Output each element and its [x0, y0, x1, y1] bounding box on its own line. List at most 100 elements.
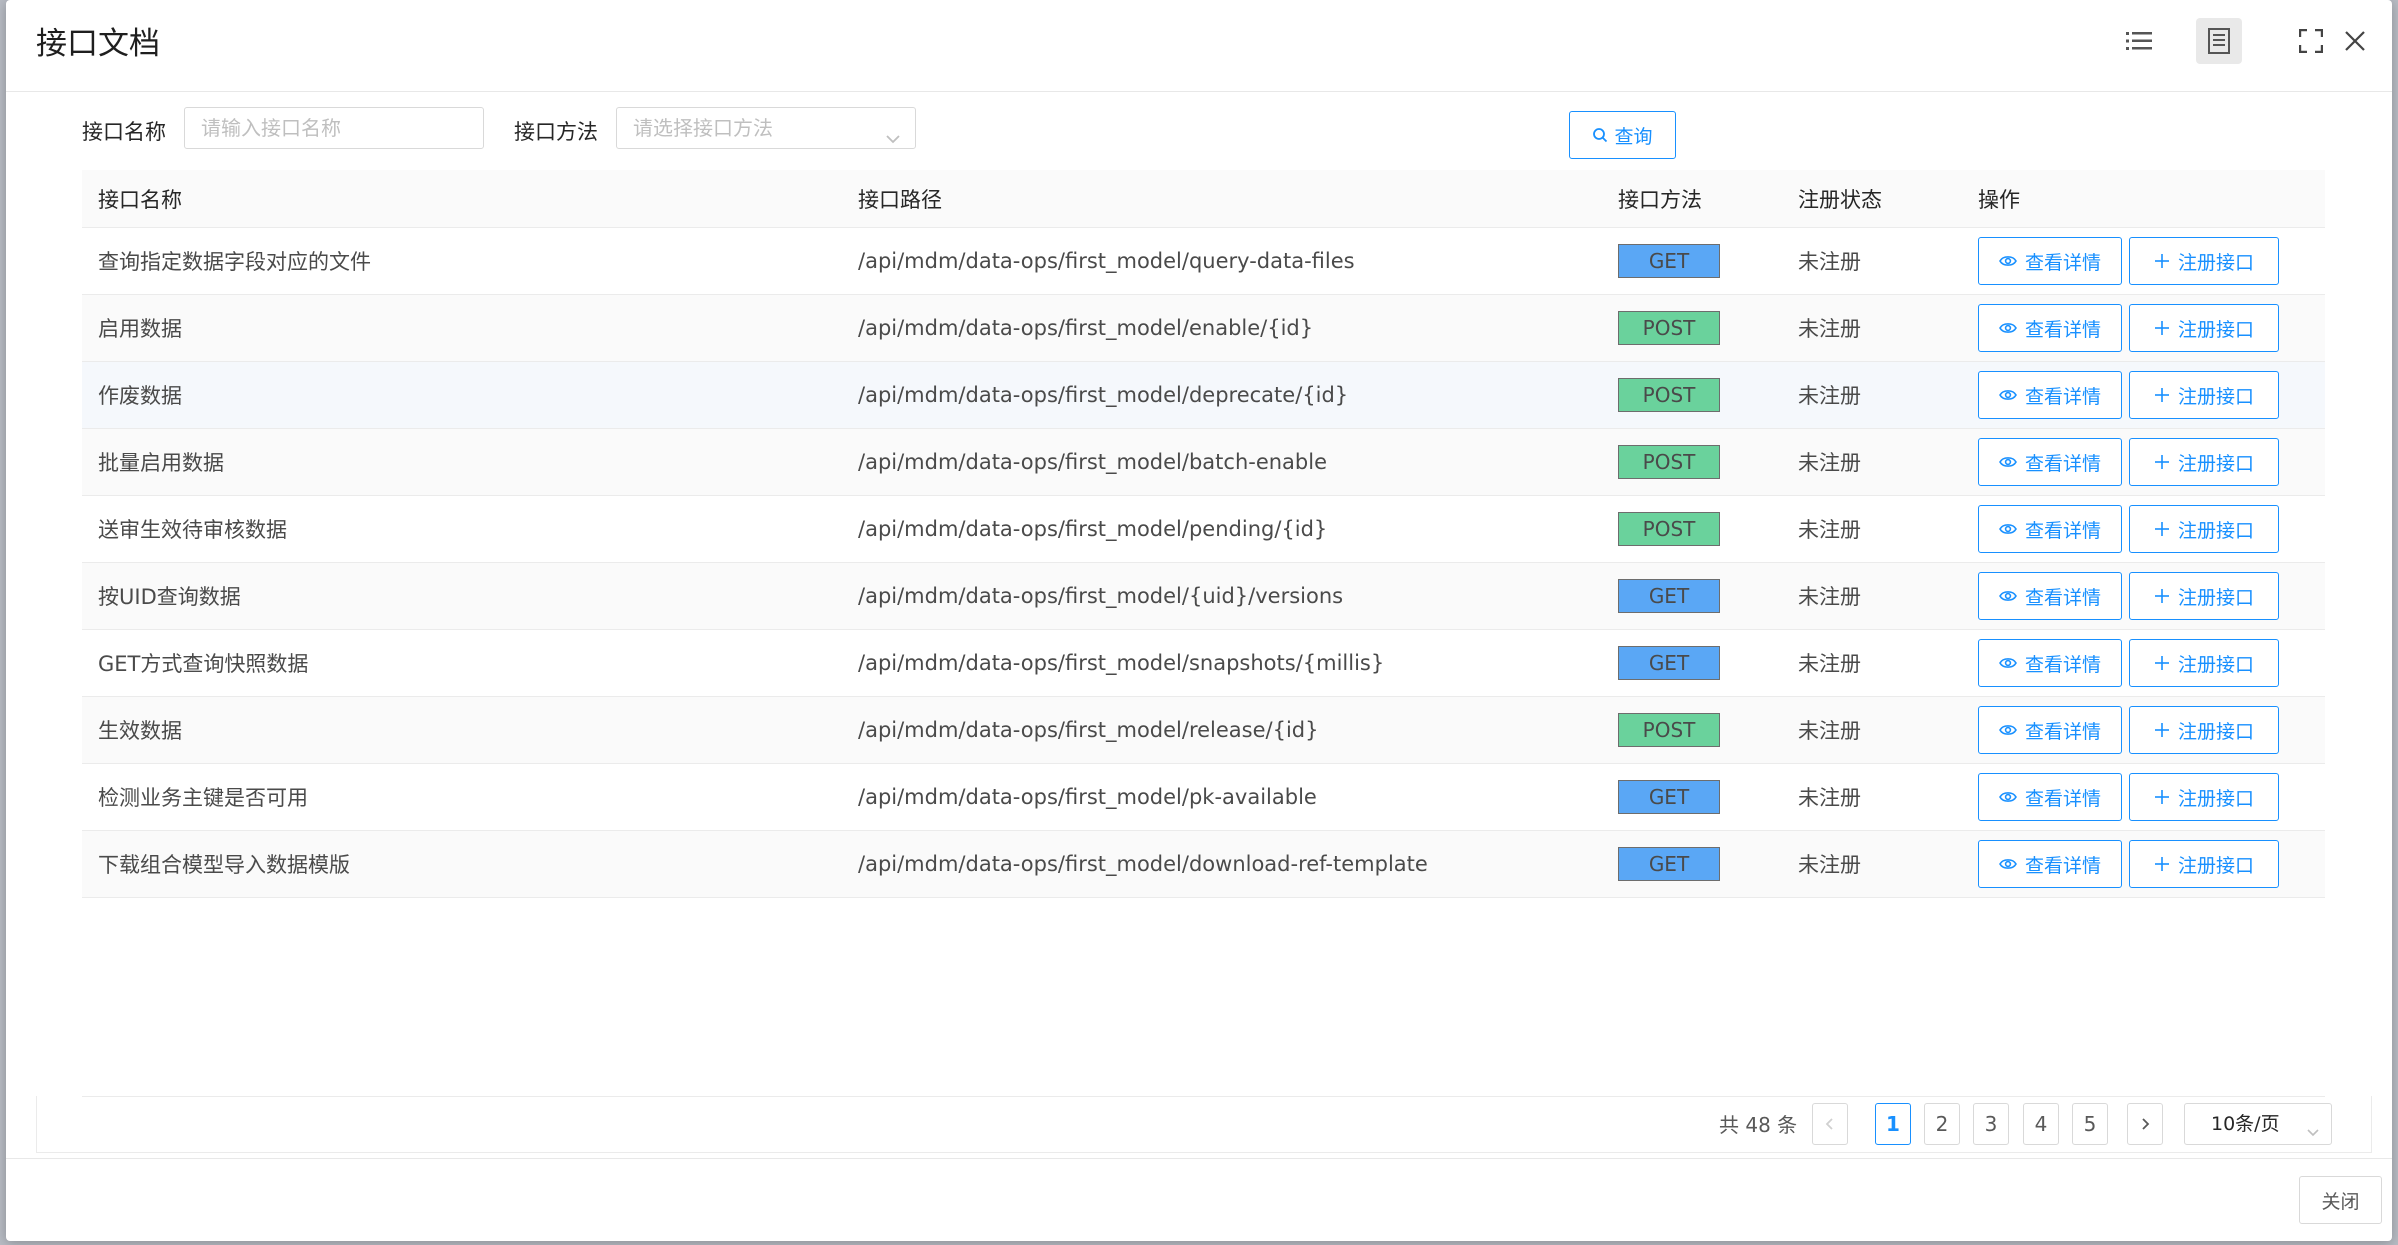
method-filter-select[interactable]: 请选择接口方法 [616, 107, 916, 149]
method-badge: POST [1618, 713, 1720, 747]
api-path-cell: /api/mdm/data-ops/first_model/batch-enab… [858, 450, 1328, 474]
page-2-button[interactable]: 2 [1924, 1103, 1960, 1145]
register-status-cell: 未注册 [1798, 786, 1861, 810]
register-status-cell: 未注册 [1798, 585, 1861, 609]
col-header-status: 注册状态 [1798, 187, 1882, 212]
view-detail-button[interactable]: 查看详情 [1978, 572, 2122, 620]
actions-cell: 查看详情 注册接口 [1962, 840, 2325, 888]
close-button[interactable]: 关闭 [2299, 1176, 2382, 1224]
api-method-cell: POST [1602, 713, 1782, 747]
eye-icon [1999, 254, 2017, 268]
view-detail-label: 查看详情 [2024, 653, 2101, 676]
register-api-label: 注册接口 [2177, 586, 2254, 609]
name-filter-label: 接口名称 [82, 120, 166, 144]
search-icon [1593, 128, 1608, 143]
view-detail-button[interactable]: 查看详情 [1978, 371, 2122, 419]
page-1-button[interactable]: 1 [1875, 1103, 1911, 1145]
modal-header: 接口文档 [6, 0, 2392, 92]
register-api-label: 注册接口 [2177, 787, 2254, 810]
name-filter-input[interactable] [201, 109, 467, 147]
document-view-icon[interactable] [2196, 18, 2242, 64]
col-header-name: 接口名称 [98, 187, 182, 212]
fullscreen-icon[interactable] [2288, 18, 2334, 64]
api-name-cell: 作废数据 [98, 384, 182, 408]
view-detail-button[interactable]: 查看详情 [1978, 438, 2122, 486]
actions-cell: 查看详情 注册接口 [1962, 706, 2325, 754]
register-api-button[interactable]: 注册接口 [2129, 304, 2279, 352]
view-detail-button[interactable]: 查看详情 [1978, 505, 2122, 553]
col-header-path: 接口路径 [858, 187, 942, 212]
eye-icon [1999, 656, 2017, 670]
plus-icon [2154, 789, 2170, 805]
api-method-cell: POST [1602, 512, 1782, 546]
view-detail-label: 查看详情 [2024, 586, 2101, 609]
name-filter-field[interactable] [184, 107, 484, 149]
register-api-label: 注册接口 [2177, 318, 2254, 341]
page-3-button[interactable]: 3 [1973, 1103, 2009, 1145]
register-api-button[interactable]: 注册接口 [2129, 371, 2279, 419]
api-name-cell: 按UID查询数据 [98, 585, 241, 609]
table-row: 送审生效待审核数据/api/mdm/data-ops/first_model/p… [82, 496, 2325, 563]
view-detail-label: 查看详情 [2024, 854, 2101, 877]
view-detail-button[interactable]: 查看详情 [1978, 304, 2122, 352]
register-api-button[interactable]: 注册接口 [2129, 237, 2279, 285]
col-header-actions: 操作 [1978, 187, 2020, 212]
close-icon[interactable] [2332, 18, 2378, 64]
view-detail-button[interactable]: 查看详情 [1978, 840, 2122, 888]
register-status-cell: 未注册 [1798, 518, 1861, 542]
register-api-button[interactable]: 注册接口 [2129, 505, 2279, 553]
api-name-cell: 查询指定数据字段对应的文件 [98, 250, 371, 274]
eye-icon [1999, 522, 2017, 536]
col-header-method: 接口方法 [1618, 187, 1702, 212]
view-detail-label: 查看详情 [2024, 385, 2101, 408]
page-size-select[interactable]: 10条/页 [2184, 1103, 2332, 1145]
page-5-button[interactable]: 5 [2072, 1103, 2108, 1145]
register-api-button[interactable]: 注册接口 [2129, 572, 2279, 620]
modal-footer [6, 1158, 2392, 1241]
page-4-button[interactable]: 4 [2023, 1103, 2059, 1145]
api-path-cell: /api/mdm/data-ops/first_model/{uid}/vers… [858, 584, 1344, 608]
list-view-icon[interactable] [2116, 18, 2162, 64]
api-path-cell: /api/mdm/data-ops/first_model/snapshots/… [858, 651, 1385, 675]
table-row: 检测业务主键是否可用/api/mdm/data-ops/first_model/… [82, 764, 2325, 831]
register-api-button[interactable]: 注册接口 [2129, 773, 2279, 821]
table-row: 启用数据/api/mdm/data-ops/first_model/enable… [82, 295, 2325, 362]
register-api-label: 注册接口 [2177, 251, 2254, 274]
eye-icon [1999, 388, 2017, 402]
plus-icon [2154, 387, 2170, 403]
register-status-cell: 未注册 [1798, 384, 1861, 408]
api-path-cell: /api/mdm/data-ops/first_model/query-data… [858, 249, 1355, 273]
register-api-button[interactable]: 注册接口 [2129, 840, 2279, 888]
register-status-cell: 未注册 [1798, 652, 1861, 676]
view-detail-button[interactable]: 查看详情 [1978, 639, 2122, 687]
register-api-button[interactable]: 注册接口 [2129, 639, 2279, 687]
method-badge: GET [1618, 244, 1720, 278]
view-detail-button[interactable]: 查看详情 [1978, 706, 2122, 754]
api-path-cell: /api/mdm/data-ops/first_model/enable/{id… [858, 316, 1314, 340]
api-table: 接口名称 接口路径 接口方法 注册状态 操作 查询指定数据字段对应的文件/api… [82, 170, 2325, 898]
view-detail-label: 查看详情 [2024, 318, 2101, 341]
prev-page-button[interactable] [1812, 1103, 1848, 1145]
api-method-cell: POST [1602, 311, 1782, 345]
eye-icon [1999, 723, 2017, 737]
api-name-cell: GET方式查询快照数据 [98, 652, 309, 676]
method-badge: GET [1618, 780, 1720, 814]
method-badge: POST [1618, 311, 1720, 345]
api-path-cell: /api/mdm/data-ops/first_model/release/{i… [858, 718, 1319, 742]
chevron-down-icon [2305, 1114, 2321, 1154]
view-detail-button[interactable]: 查看详情 [1978, 237, 2122, 285]
register-api-button[interactable]: 注册接口 [2129, 706, 2279, 754]
api-name-cell: 检测业务主键是否可用 [98, 786, 308, 810]
view-detail-label: 查看详情 [2024, 787, 2101, 810]
actions-cell: 查看详情 注册接口 [1962, 438, 2325, 486]
register-api-button[interactable]: 注册接口 [2129, 438, 2279, 486]
api-method-cell: POST [1602, 445, 1782, 479]
chevron-left-icon [1825, 1118, 1833, 1130]
api-doc-modal: 接口文档 接口名称 请输入接口名称 接口方法 请选择接口方法 查询 接口名称 接… [6, 0, 2392, 1241]
query-button[interactable]: 查询 [1569, 111, 1676, 159]
next-page-button[interactable] [2127, 1103, 2163, 1145]
chevron-right-icon [2142, 1118, 2150, 1130]
register-status-cell: 未注册 [1798, 719, 1861, 743]
api-name-cell: 下载组合模型导入数据模版 [98, 853, 350, 877]
view-detail-button[interactable]: 查看详情 [1978, 773, 2122, 821]
